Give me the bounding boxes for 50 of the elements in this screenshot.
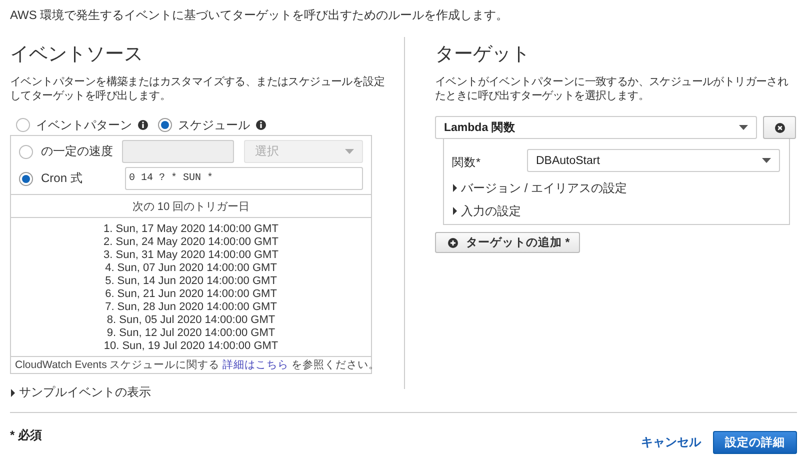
- plus-icon: [448, 238, 458, 248]
- cancel-link[interactable]: キャンセル: [641, 434, 701, 451]
- trigger-date: 7. Sun, 28 Jun 2020 14:00:00 GMT: [105, 301, 277, 314]
- radio-label[interactable]: スケジュール: [178, 116, 250, 134]
- section-description: イベントがイベントパターンに一致するか、スケジュールがトリガーされたときに呼び出すターゲットを選択します。: [435, 75, 790, 103]
- target-type-select[interactable]: Lambda 関数: [435, 116, 757, 139]
- radio-button[interactable]: [19, 144, 33, 158]
- trigger-date: 6. Sun, 21 Jun 2020 14:00:00 GMT: [105, 288, 277, 301]
- caret-down-icon: [762, 158, 771, 163]
- trigger-date: 1. Sun, 17 May 2020 14:00:00 GMT: [104, 223, 278, 236]
- details-link[interactable]: 詳細はこちら: [222, 359, 289, 371]
- section-toggle[interactable]: バージョン / エイリアスの設定: [461, 180, 628, 196]
- select-placeholder: 選択: [255, 143, 280, 160]
- sample-toggle[interactable]: サンプルイベントの表示: [19, 384, 151, 401]
- caret-down-icon: [345, 149, 354, 154]
- trigger-date: 3. Sun, 31 May 2020 14:00:00 GMT: [104, 249, 278, 262]
- caret-down-icon: [739, 125, 748, 130]
- remove-button[interactable]: [763, 116, 796, 139]
- rate-field[interactable]: [122, 140, 234, 163]
- field-label: 関数*: [452, 156, 482, 171]
- function-select[interactable]: DBAutoStart: [527, 149, 780, 172]
- caret-right-icon[interactable]: [452, 207, 458, 215]
- radio-label[interactable]: の一定の速度: [41, 143, 122, 160]
- radio-button[interactable]: [16, 118, 30, 132]
- section-title: イベントソース: [10, 43, 143, 67]
- trigger-date: 9. Sun, 12 Jul 2020 14:00:00 GMT: [106, 327, 276, 340]
- trigger-date: 8. Sun, 05 Jul 2020 14:00:00 GMT: [106, 314, 276, 327]
- section-title: ターゲット: [435, 43, 530, 67]
- add-target-button[interactable]: ターゲットの追加 *: [435, 232, 580, 253]
- radio-label[interactable]: イベントパターン: [36, 116, 132, 134]
- trigger-date: 4. Sun, 07 Jun 2020 14:00:00 GMT: [105, 262, 277, 275]
- remove-icon: [774, 122, 784, 132]
- radio-button[interactable]: [19, 172, 33, 186]
- trigger-date: 5. Sun, 14 Jun 2020 14:00:00 GMT: [105, 275, 277, 288]
- trigger-date: 2. Sun, 24 May 2020 14:00:00 GMT: [104, 236, 278, 249]
- info-icon: [138, 120, 148, 130]
- trigger-date: 10. Sun, 19 Jul 2020 14:00:00 GMT: [104, 340, 278, 353]
- trigger-heading: 次の 10 回のトリガー日: [11, 194, 371, 218]
- caret-right-icon[interactable]: [452, 184, 458, 192]
- section-description: イベントパターンを構築またはカスタマイズする、またはスケジュールを設定してターゲットを呼び出します。: [10, 75, 385, 103]
- intro-text: AWS 環境で発生するイベントに基づいてターゲットを呼び出すためのルールを作成します。: [10, 7, 510, 24]
- caret-right-icon[interactable]: [10, 388, 16, 396]
- help-text: CloudWatch Events スケジュールに関する 詳細はこちら を参照ください。: [11, 356, 371, 373]
- required-note: * 必須: [10, 427, 42, 444]
- radio-button[interactable]: [158, 118, 172, 132]
- cron-field[interactable]: 0 14 ? * SUN *: [125, 167, 363, 190]
- configure-details-button[interactable]: 設定の詳細: [713, 431, 797, 454]
- section-toggle[interactable]: 入力の設定: [461, 202, 521, 220]
- radio-label[interactable]: Cron 式: [41, 170, 125, 187]
- info-icon: [256, 120, 266, 130]
